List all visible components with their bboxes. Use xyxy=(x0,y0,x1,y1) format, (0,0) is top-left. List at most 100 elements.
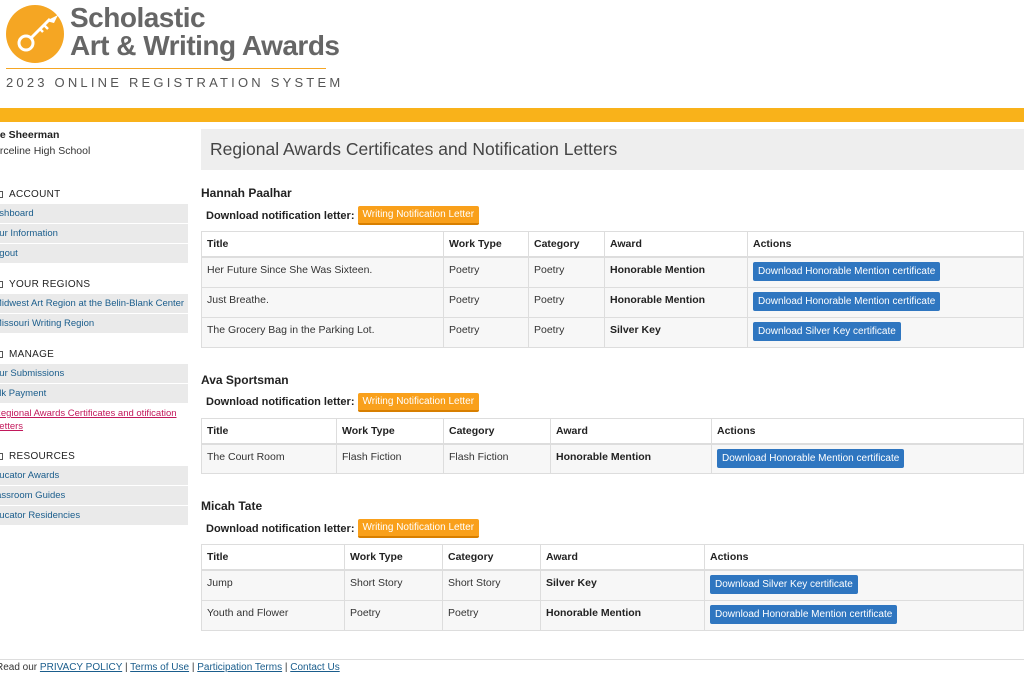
writing-notification-letter-button[interactable]: Writing Notification Letter xyxy=(357,519,480,538)
cell-category: Short Story xyxy=(442,569,541,601)
user-name: lie Sheerman xyxy=(0,129,60,141)
col-header-category: Category xyxy=(442,544,541,571)
terms-of-use-link[interactable]: Terms of Use xyxy=(130,662,189,673)
footer: Read our PRIVACY POLICY | Terms of Use |… xyxy=(0,662,340,673)
download-certificate-button[interactable]: Download Honorable Mention certificate xyxy=(753,262,941,281)
cell-award: Honorable Mention xyxy=(604,286,748,318)
writing-notification-letter-button[interactable]: Writing Notification Letter xyxy=(357,392,480,412)
privacy-policy-link[interactable]: PRIVACY POLICY xyxy=(40,662,122,673)
awards-table: Title Work Type Category Award Actions J… xyxy=(201,544,1024,631)
sidebar-item-missouri-writing-region[interactable]: Missouri Writing Region xyxy=(0,314,188,334)
participation-terms-link[interactable]: Participation Terms xyxy=(197,662,282,673)
cell-work-type: Poetry xyxy=(443,316,529,348)
awards-table: Title Work Type Category Award Actions H… xyxy=(201,231,1024,348)
sidebar-item-educator-residencies[interactable]: ducator Residencies xyxy=(0,506,188,526)
cell-title: Just Breathe. xyxy=(201,286,444,318)
logo-wordmark-line2: Art & Writing Awards xyxy=(70,30,340,61)
footer-separator: | xyxy=(189,662,198,673)
cell-title: The Grocery Bag in the Parking Lot. xyxy=(201,316,444,348)
col-header-actions: Actions xyxy=(711,417,1024,445)
main-content: Regional Awards Certificates and Notific… xyxy=(201,129,1024,631)
table-row: Her Future Since She Was Sixteen. Poetry… xyxy=(201,256,1024,288)
contact-us-link[interactable]: Contact Us xyxy=(290,662,339,673)
sidebar-item-educator-awards[interactable]: ducator Awards xyxy=(0,466,188,486)
cell-title: Her Future Since She Was Sixteen. xyxy=(201,256,444,288)
col-header-actions: Actions xyxy=(747,231,1024,258)
sidebar-section-title: YOUR REGIONS xyxy=(9,279,91,290)
col-header-work-type: Work Type xyxy=(336,417,444,445)
cell-work-type: Short Story xyxy=(344,569,443,601)
sidebar-item-classroom-guides[interactable]: lassroom Guides xyxy=(0,486,188,506)
site-header: Scholastic Art & Writing Awards 2023 ONL… xyxy=(0,0,1024,108)
col-header-work-type: Work Type xyxy=(344,544,443,571)
cell-work-type: Poetry xyxy=(443,286,529,318)
cell-title: Youth and Flower xyxy=(201,599,345,631)
student-name: Ava Sportsman xyxy=(201,372,289,387)
cell-category: Poetry xyxy=(528,286,605,318)
col-header-title: Title xyxy=(201,417,337,445)
sidebar-item-your-submissions[interactable]: our Submissions xyxy=(0,364,188,384)
cell-award: Honorable Mention xyxy=(540,599,705,631)
notification-label: Download notification letter: xyxy=(206,209,355,222)
awards-table: Title Work Type Category Award Actions T… xyxy=(201,417,1024,474)
cell-award: Honorable Mention xyxy=(550,443,712,474)
table-row: The Court Room Flash Fiction Flash Ficti… xyxy=(201,443,1024,474)
cell-title: The Court Room xyxy=(201,443,337,474)
sidebar-section-title: ACCOUNT xyxy=(9,189,61,200)
cell-category: Poetry xyxy=(528,316,605,348)
sidebar: lie Sheerman arceline High School ACCOUN… xyxy=(0,128,188,526)
footer-prefix: Read our xyxy=(0,662,40,673)
collapse-square-icon[interactable] xyxy=(0,453,3,460)
notification-label: Download notification letter: xyxy=(206,522,355,535)
cell-actions: Download Silver Key certificate xyxy=(704,569,1024,601)
sidebar-item-midwest-art-region[interactable]: Midwest Art Region at the Belin-Blank Ce… xyxy=(0,294,188,314)
col-header-award: Award xyxy=(540,544,705,571)
writing-notification-letter-button[interactable]: Writing Notification Letter xyxy=(357,206,480,225)
student-name: Micah Tate xyxy=(201,499,263,513)
student-name: Hannah Paalhar xyxy=(201,186,292,200)
col-header-category: Category xyxy=(443,417,551,445)
sidebar-section-manage: MANAGE xyxy=(0,349,188,360)
registration-tagline: 2023 ONLINE REGISTRATION SYSTEM xyxy=(6,75,344,90)
cell-work-type: Flash Fiction xyxy=(336,443,444,474)
notification-letter-row: Download notification letter: Writing No… xyxy=(206,392,1024,412)
collapse-square-icon[interactable] xyxy=(0,351,3,358)
col-header-actions: Actions xyxy=(704,544,1024,571)
sidebar-section-resources: RESOURCES xyxy=(0,451,188,462)
header-accent-bar xyxy=(0,108,1024,122)
collapse-square-icon[interactable] xyxy=(0,281,3,288)
user-school: arceline High School xyxy=(0,145,91,157)
sidebar-item-logout[interactable]: ogout xyxy=(0,244,188,264)
sidebar-item-bulk-payment[interactable]: ulk Payment xyxy=(0,384,188,404)
scholastic-key-logo-icon[interactable] xyxy=(6,5,64,63)
sidebar-item-dashboard[interactable]: ashboard xyxy=(0,204,188,224)
table-row: Youth and Flower Poetry Poetry Honorable… xyxy=(201,599,1024,631)
cell-actions: Download Silver Key certificate xyxy=(747,316,1024,348)
cell-award: Honorable Mention xyxy=(604,256,748,288)
collapse-square-icon[interactable] xyxy=(0,191,3,198)
cell-actions: Download Honorable Mention certificate xyxy=(711,443,1024,474)
download-certificate-button[interactable]: Download Silver Key certificate xyxy=(753,321,901,341)
download-certificate-button[interactable]: Download Honorable Mention certificate xyxy=(717,448,905,468)
notification-label: Download notification letter: xyxy=(206,396,355,408)
sidebar-section-title: RESOURCES xyxy=(9,451,76,462)
cell-title: Jump xyxy=(201,569,345,601)
table-row: Just Breathe. Poetry Poetry Honorable Me… xyxy=(201,286,1024,318)
cell-category: Poetry xyxy=(442,599,541,631)
sidebar-section-title: MANAGE xyxy=(9,349,55,360)
footer-divider xyxy=(0,659,1024,660)
table-row: Jump Short Story Short Story Silver Key … xyxy=(201,569,1024,601)
download-certificate-button[interactable]: Download Honorable Mention certificate xyxy=(753,291,941,311)
cell-category: Flash Fiction xyxy=(443,443,551,474)
download-certificate-button[interactable]: Download Silver Key certificate xyxy=(710,575,858,594)
download-certificate-button[interactable]: Download Honorable Mention certificate xyxy=(710,604,898,624)
sidebar-section-regions: YOUR REGIONS xyxy=(0,279,188,290)
cell-actions: Download Honorable Mention certificate xyxy=(704,599,1024,631)
col-header-title: Title xyxy=(201,544,345,571)
col-header-title: Title xyxy=(201,231,444,258)
logo-divider xyxy=(6,68,326,69)
sidebar-item-certificates[interactable]: Regional Awards Certificates and otifica… xyxy=(0,404,188,437)
sidebar-item-your-information[interactable]: our Information xyxy=(0,224,188,244)
col-header-award: Award xyxy=(604,231,748,258)
sidebar-section-account: ACCOUNT xyxy=(0,189,188,200)
